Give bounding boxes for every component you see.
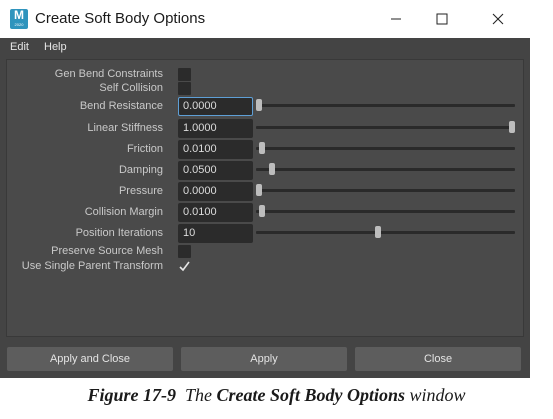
- minimize-icon: [391, 18, 401, 20]
- close-window-button[interactable]: [475, 4, 521, 34]
- position-iterations-label: Position Iterations: [75, 227, 163, 239]
- pressure-field[interactable]: 0.0000: [178, 182, 253, 201]
- close-button[interactable]: Close: [355, 347, 521, 371]
- bend-resistance-label: Bend Resistance: [79, 100, 163, 112]
- caption-suffix: window: [409, 385, 466, 405]
- bend-resistance-field[interactable]: 0.0000: [178, 97, 253, 116]
- window-title: Create Soft Body Options: [35, 10, 206, 27]
- apply-button[interactable]: Apply: [181, 347, 347, 371]
- pressure-slider-track[interactable]: [256, 184, 515, 196]
- maximize-button[interactable]: [419, 4, 465, 34]
- linear-stiffness-field[interactable]: 1.0000: [178, 119, 253, 138]
- self-collision-checkbox[interactable]: [178, 82, 191, 95]
- options-panel: Gen Bend Constraints Self Collision Bend…: [6, 59, 524, 337]
- friction-slider-track[interactable]: [256, 142, 515, 154]
- friction-label: Friction: [126, 143, 163, 155]
- menu-bar: Edit Help: [0, 38, 530, 58]
- title-bar[interactable]: M 2020 Create Soft Body Options: [0, 0, 530, 38]
- position-iterations-field[interactable]: 10: [178, 224, 253, 243]
- preserve-source-mesh-checkbox[interactable]: [178, 245, 191, 258]
- collision-margin-label: Collision Margin: [84, 206, 163, 218]
- create-soft-body-options-window: M 2020 Create Soft Body Options Edit Hel…: [0, 0, 530, 378]
- close-icon: [492, 13, 504, 25]
- damping-slider-track[interactable]: [256, 163, 515, 175]
- damping-label: Damping: [118, 164, 163, 176]
- pressure-label: Pressure: [118, 185, 163, 197]
- caption-the: The: [184, 385, 212, 405]
- minimize-button[interactable]: [373, 4, 419, 34]
- bend-resistance-slider-handle[interactable]: [256, 99, 262, 111]
- use-single-parent-transform-checkbox[interactable]: [178, 260, 191, 273]
- friction-slider-handle[interactable]: [259, 142, 265, 154]
- collision-margin-field[interactable]: 0.0100: [178, 203, 253, 222]
- gen-bend-constraints-checkbox[interactable]: [178, 68, 191, 81]
- linear-stiffness-slider-track[interactable]: [256, 121, 515, 133]
- menu-help[interactable]: Help: [44, 41, 67, 53]
- figure-caption: Figure 17-9 The Create Soft Body Options…: [0, 385, 553, 406]
- maya-app-icon: M 2020: [10, 9, 28, 29]
- collision-margin-slider-handle[interactable]: [259, 205, 265, 217]
- collision-margin-slider-track[interactable]: [256, 205, 515, 217]
- use-single-parent-transform-label: Use Single Parent Transform: [21, 260, 163, 272]
- figure-number: Figure 17-9: [87, 385, 176, 405]
- app-icon-version: 2020: [14, 22, 24, 27]
- damping-field[interactable]: 0.0500: [178, 161, 253, 180]
- checkmark-icon: [179, 261, 190, 272]
- position-iterations-slider-handle[interactable]: [375, 226, 381, 238]
- linear-stiffness-label: Linear Stiffness: [87, 122, 163, 134]
- bend-resistance-slider-track[interactable]: [256, 99, 515, 111]
- apply-and-close-button[interactable]: Apply and Close: [7, 347, 173, 371]
- menu-edit[interactable]: Edit: [10, 41, 29, 53]
- linear-stiffness-slider-handle[interactable]: [509, 121, 515, 133]
- caption-window-name: Create Soft Body Options: [216, 385, 405, 405]
- maximize-icon: [436, 13, 448, 25]
- pressure-slider-handle[interactable]: [256, 184, 262, 196]
- preserve-source-mesh-label: Preserve Source Mesh: [51, 245, 163, 257]
- app-icon-letter: M: [14, 8, 24, 22]
- position-iterations-slider-track[interactable]: [256, 226, 515, 238]
- damping-slider-handle[interactable]: [269, 163, 275, 175]
- self-collision-label: Self Collision: [99, 82, 163, 94]
- friction-field[interactable]: 0.0100: [178, 140, 253, 159]
- gen-bend-constraints-label: Gen Bend Constraints: [54, 68, 163, 80]
